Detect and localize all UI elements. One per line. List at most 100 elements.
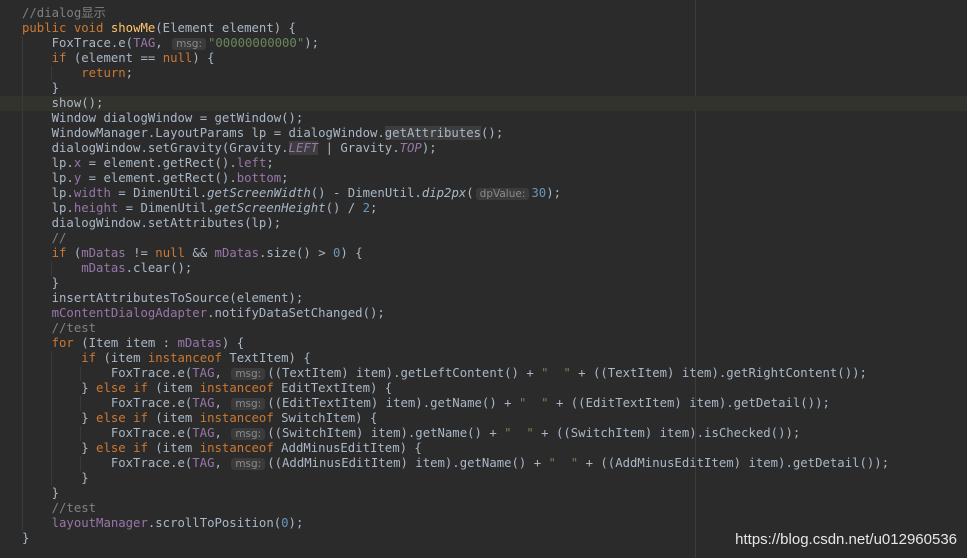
string-literal: "00000000000" bbox=[208, 36, 305, 50]
code-line[interactable]: FoxTrace.e(TAG, msg: "00000000000"); bbox=[22, 36, 967, 51]
code-line[interactable]: } bbox=[22, 81, 967, 96]
code-line[interactable]: //dialog显示 bbox=[22, 6, 967, 21]
indent-guide bbox=[51, 381, 52, 396]
indent-guide bbox=[51, 261, 52, 276]
code-text: FoxTrace.e( bbox=[110, 426, 193, 440]
code-line[interactable]: FoxTrace.e(TAG, msg: ((EditTextItem) item… bbox=[22, 396, 967, 411]
indent-guide bbox=[22, 381, 23, 396]
indent-guide bbox=[22, 216, 23, 231]
code-text: | Gravity. bbox=[318, 141, 400, 155]
code-text: (); bbox=[481, 126, 504, 140]
indent-guide bbox=[22, 66, 23, 81]
indent-guide bbox=[51, 426, 52, 441]
code-line[interactable]: lp.width = DimenUtil.getScreenWidth() - … bbox=[22, 186, 967, 201]
method-name: showMe bbox=[110, 21, 156, 35]
static-field: TOP bbox=[399, 141, 422, 155]
number-literal: 2 bbox=[362, 201, 371, 215]
code-line[interactable]: //test bbox=[22, 321, 967, 336]
code-line[interactable]: if (item instanceof TextItem) { bbox=[22, 351, 967, 366]
code-line[interactable]: Window dialogWindow = getWindow(); bbox=[22, 111, 967, 126]
code-text: } bbox=[81, 471, 89, 485]
code-text: } bbox=[81, 411, 97, 425]
code-line[interactable]: FoxTrace.e(TAG, msg: ((AddMinusEditItem) … bbox=[22, 456, 967, 471]
code-text: } bbox=[81, 381, 97, 395]
code-text: ; bbox=[370, 201, 378, 215]
code-line[interactable]: return; bbox=[22, 66, 967, 81]
indent-guide bbox=[51, 396, 52, 411]
code-line[interactable]: } bbox=[22, 486, 967, 501]
code-text: ); bbox=[421, 141, 437, 155]
field: TAG bbox=[192, 456, 215, 470]
code-text: ( bbox=[466, 186, 474, 200]
indent-guide bbox=[22, 186, 23, 201]
code-line[interactable]: } else if (item instanceof SwitchItem) { bbox=[22, 411, 967, 426]
code-line[interactable]: if (element == null) { bbox=[22, 51, 967, 66]
code-line[interactable]: public void showMe(Element element) { bbox=[22, 21, 967, 36]
code-text: (item bbox=[147, 441, 200, 455]
field: TAG bbox=[192, 396, 215, 410]
field: TAG bbox=[133, 36, 156, 50]
code-text: TextItem) { bbox=[221, 351, 311, 365]
code-line[interactable]: lp.y = element.getRect().bottom; bbox=[22, 171, 967, 186]
field: mDatas bbox=[81, 261, 126, 275]
code-line[interactable]: } bbox=[22, 276, 967, 291]
code-line[interactable]: mContentDialogAdapter.notifyDataSetChang… bbox=[22, 306, 967, 321]
code-text: lp. bbox=[51, 186, 74, 200]
code-text: .size() > bbox=[258, 246, 334, 260]
code-text: = DimenUtil. bbox=[110, 186, 208, 200]
code-text: , bbox=[214, 456, 230, 470]
code-text: () - DimenUtil. bbox=[310, 186, 422, 200]
code-line[interactable]: } else if (item instanceof EditTextItem)… bbox=[22, 381, 967, 396]
code-lines: //dialog显示 public void showMe(Element el… bbox=[0, 6, 967, 546]
string-literal: " " bbox=[504, 426, 534, 440]
code-text: insertAttributesToSource(element); bbox=[51, 291, 304, 305]
indent-guide bbox=[22, 231, 23, 246]
keyword: null bbox=[162, 51, 193, 65]
comment: //test bbox=[51, 501, 97, 515]
indent-guide bbox=[51, 351, 52, 366]
code-text: , bbox=[155, 36, 171, 50]
code-line[interactable]: FoxTrace.e(TAG, msg: ((SwitchItem) item).… bbox=[22, 426, 967, 441]
code-text: .notifyDataSetChanged(); bbox=[207, 306, 385, 320]
keyword: else if bbox=[96, 411, 148, 425]
code-text: SwitchItem) { bbox=[273, 411, 378, 425]
code-line[interactable]: //test bbox=[22, 501, 967, 516]
indent-guide bbox=[51, 366, 52, 381]
code-line[interactable]: } else if (item instanceof AddMinusEditI… bbox=[22, 441, 967, 456]
code-text: (Item item : bbox=[73, 336, 178, 350]
code-line[interactable]: insertAttributesToSource(element); bbox=[22, 291, 967, 306]
code-text: ((SwitchItem) item).getName() + bbox=[267, 426, 505, 440]
code-line[interactable]: dialogWindow.setGravity(Gravity.LEFT | G… bbox=[22, 141, 967, 156]
code-text: () / bbox=[325, 201, 363, 215]
code-text: ); bbox=[288, 516, 304, 530]
code-text: (item bbox=[147, 411, 200, 425]
indent-guide bbox=[22, 456, 23, 471]
code-editor[interactable]: //dialog显示 public void showMe(Element el… bbox=[0, 0, 967, 558]
code-line[interactable]: lp.height = DimenUtil.getScreenHeight() … bbox=[22, 201, 967, 216]
code-line[interactable]: if (mDatas != null && mDatas.size() > 0)… bbox=[22, 246, 967, 261]
indent-guide bbox=[22, 201, 23, 216]
code-line[interactable]: // bbox=[22, 231, 967, 246]
code-line[interactable]: for (Item item : mDatas) { bbox=[22, 336, 967, 351]
code-line[interactable]: mDatas.clear(); bbox=[22, 261, 967, 276]
code-line-current[interactable]: show(); bbox=[0, 96, 967, 111]
field: mDatas bbox=[214, 246, 259, 260]
code-text: + ((TextItem) item).getRightContent()); bbox=[570, 366, 867, 380]
indent-guide bbox=[22, 321, 23, 336]
indent-guide bbox=[22, 261, 23, 276]
code-text: ; bbox=[281, 171, 289, 185]
indent-guide bbox=[22, 141, 23, 156]
code-line[interactable]: WindowManager.LayoutParams lp = dialogWi… bbox=[22, 126, 967, 141]
keyword: instanceof bbox=[199, 381, 274, 395]
indent-guide bbox=[51, 411, 52, 426]
indent-guide bbox=[22, 516, 23, 531]
keyword: public bbox=[22, 21, 67, 35]
code-line[interactable]: } bbox=[22, 471, 967, 486]
code-line[interactable]: lp.x = element.getRect().left; bbox=[22, 156, 967, 171]
code-line[interactable]: FoxTrace.e(TAG, msg: ((TextItem) item).ge… bbox=[22, 366, 967, 381]
code-text: = DimenUtil. bbox=[118, 201, 215, 215]
code-line[interactable]: layoutManager.scrollToPosition(0); bbox=[22, 516, 967, 531]
code-text: .clear(); bbox=[125, 261, 193, 275]
code-line[interactable]: dialogWindow.setAttributes(lp); bbox=[22, 216, 967, 231]
code-text: ) { bbox=[221, 336, 245, 350]
